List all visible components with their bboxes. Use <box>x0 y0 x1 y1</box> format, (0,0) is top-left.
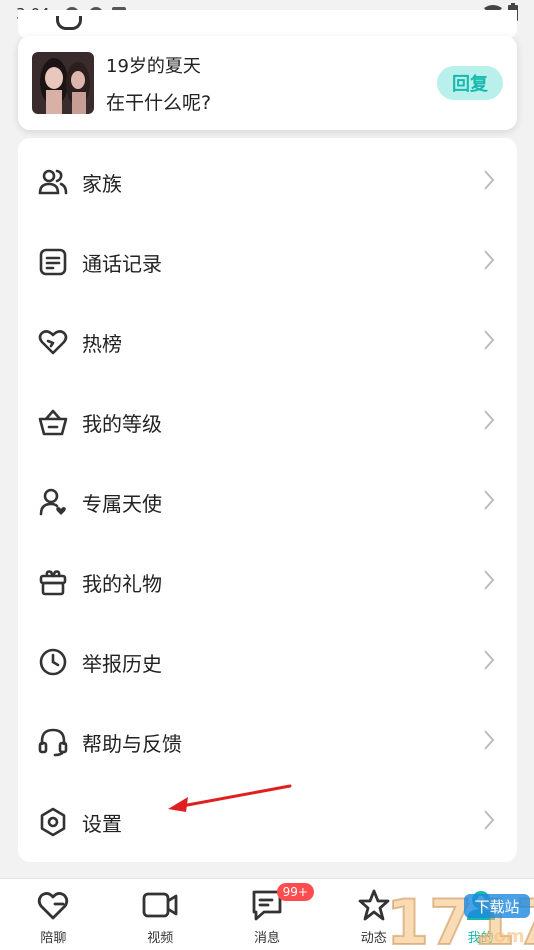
tab-label: 陪聊 <box>40 931 67 946</box>
menu-item-help-feedback[interactable]: 帮助与反馈 <box>18 702 517 782</box>
chevron-right-icon <box>483 409 495 435</box>
message-notification[interactable]: 19岁的夏天 在干什么呢? 回复 <box>18 36 517 130</box>
menu-item-settings[interactable]: 设置 <box>18 782 517 862</box>
menu-item-label: 专属天使 <box>82 491 162 516</box>
tab-mine[interactable]: 我的 <box>427 879 534 950</box>
menu-item-label: 帮助与反馈 <box>82 731 182 756</box>
tab-label: 动态 <box>360 931 387 946</box>
headset-icon <box>36 725 70 759</box>
sender-name: 19岁的夏天 <box>106 55 201 77</box>
hexagon-settings-icon <box>36 805 70 839</box>
chevron-right-icon <box>483 169 495 195</box>
users-icon <box>36 165 70 199</box>
call-log-icon <box>36 245 70 279</box>
tab-chat-companion[interactable]: 陪聊 <box>0 879 107 950</box>
chevron-right-icon <box>483 729 495 755</box>
menu-item-label: 通话记录 <box>82 251 162 276</box>
chevron-right-icon <box>483 569 495 595</box>
menu-item-my-gifts[interactable]: 我的礼物 <box>18 542 517 622</box>
menu-item-my-level[interactable]: 我的等级 <box>18 382 517 462</box>
heart-chat-icon <box>35 887 71 923</box>
menu-item-label: 热榜 <box>82 331 122 356</box>
profile-icon <box>463 887 499 923</box>
menu-item-label: 我的等级 <box>82 411 162 436</box>
clock-icon <box>36 645 70 679</box>
chevron-right-icon <box>483 489 495 515</box>
avatar <box>32 52 94 114</box>
tab-video[interactable]: 视频 <box>107 879 214 950</box>
menu-item-label: 家族 <box>82 171 122 196</box>
tab-label: 视频 <box>147 931 174 946</box>
tab-label: 我的 <box>467 931 494 946</box>
heart-icon <box>36 325 70 359</box>
menu-item-label: 举报历史 <box>82 651 162 676</box>
menu-item-family[interactable]: 家族 <box>18 142 517 222</box>
menu-card: 家族 通话记录 热榜 我的等级 专属天使 我的礼物 举报历史 帮助与反馈 设置 <box>18 138 517 862</box>
unread-badge: 99+ <box>276 883 314 901</box>
partial-icon <box>56 16 82 30</box>
menu-item-label: 我的礼物 <box>82 571 162 596</box>
chevron-right-icon <box>483 329 495 355</box>
menu-item-label: 设置 <box>82 811 122 836</box>
tab-moments[interactable]: 动态 <box>320 879 427 950</box>
star-icon <box>356 887 392 923</box>
crown-basket-icon <box>36 405 70 439</box>
user-heart-icon <box>36 485 70 519</box>
menu-item-report-history[interactable]: 举报历史 <box>18 622 517 702</box>
menu-item-call-log[interactable]: 通话记录 <box>18 222 517 302</box>
bottom-tab-bar: 陪聊 视频 99+ 消息 动态 我的 <box>0 878 534 950</box>
tab-label: 消息 <box>253 931 280 946</box>
menu-item-exclusive-angel[interactable]: 专属天使 <box>18 462 517 542</box>
chevron-right-icon <box>483 809 495 835</box>
tab-messages[interactable]: 99+ 消息 <box>214 879 321 950</box>
message-preview: 在干什么呢? <box>106 91 212 114</box>
gift-icon <box>36 565 70 599</box>
chevron-right-icon <box>483 249 495 275</box>
video-camera-icon <box>142 887 178 923</box>
menu-item-hot-list[interactable]: 热榜 <box>18 302 517 382</box>
chevron-right-icon <box>483 649 495 675</box>
reply-button[interactable]: 回复 <box>437 66 503 100</box>
